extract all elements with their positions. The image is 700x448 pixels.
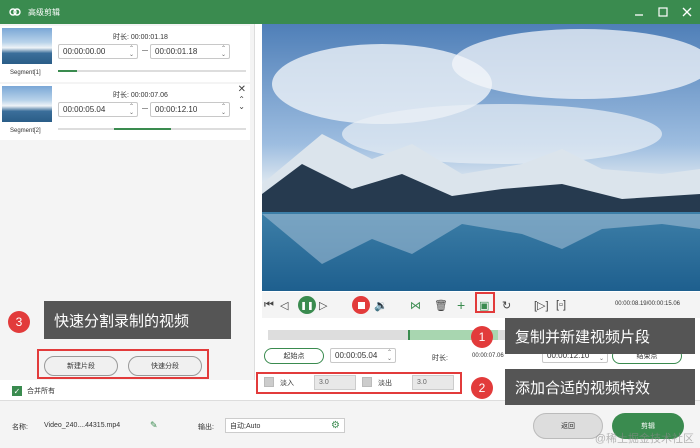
split-icon[interactable]: ⋈: [410, 297, 421, 313]
record-stop-button[interactable]: [352, 296, 370, 314]
segment-label: Segment[1]: [10, 70, 41, 76]
range-divider: [142, 50, 148, 51]
segment-end-field[interactable]: 00:00:01.18 ⌃ ⌄: [150, 44, 230, 59]
spin-arrows-icon[interactable]: ⌃⌄: [387, 350, 392, 362]
segment-duration: 时长: 00:00:07.06: [113, 92, 168, 99]
segment-start-field[interactable]: 00:00:00.00 ⌃ ⌄: [58, 44, 138, 59]
annotation-callout-1: 复制并新建视频片段: [505, 318, 695, 354]
add-icon[interactable]: +: [457, 297, 465, 313]
segment-duration: 时长: 00:00:01.18: [113, 34, 168, 41]
highlight-copy-button: [475, 292, 495, 313]
segment-label: Segment[2]: [10, 128, 41, 134]
segment-thumbnail: [2, 28, 52, 64]
annotation-badge-3: 3: [8, 311, 30, 333]
jump-end-icon[interactable]: [▫]: [556, 297, 566, 313]
rewind-icon[interactable]: ◁: [280, 297, 288, 313]
range-divider: [142, 108, 148, 109]
volume-icon[interactable]: 🔉: [374, 297, 388, 313]
highlight-effects: [256, 372, 462, 394]
segment-start-field[interactable]: 00:00:05.04 ⌃ ⌄: [58, 102, 138, 117]
segment-progress: [58, 128, 246, 130]
segment-end-field[interactable]: 00:00:12.10 ⌃ ⌄: [150, 102, 230, 117]
delete-icon[interactable]: 🗑: [434, 297, 448, 313]
app-logo-icon: [8, 5, 22, 19]
name-label: 名称:: [12, 424, 28, 431]
annotation-badge-1: 1: [471, 326, 493, 348]
output-label: 输出:: [198, 424, 214, 431]
remove-segment-icon[interactable]: ✕: [238, 84, 246, 95]
segment-item[interactable]: Segment[1] 时长: 00:00:01.18 00:00:00.00 ⌃…: [0, 26, 250, 82]
annotation-callout-2: 添加合适的视频特效: [505, 369, 695, 405]
previous-frame-icon[interactable]: ⏮: [264, 297, 274, 313]
output-select[interactable]: 自动;Auto ⚙: [225, 418, 345, 433]
window-title: 高级剪辑: [28, 7, 60, 17]
duration-label: 时长:: [432, 355, 448, 362]
jump-start-icon[interactable]: [▷]: [534, 297, 549, 313]
reset-icon[interactable]: ↻: [502, 297, 511, 313]
annotation-badge-2: 2: [471, 377, 493, 399]
back-button[interactable]: 返回: [533, 413, 603, 439]
checkbox-checked-icon[interactable]: ✓: [12, 386, 22, 396]
footer: 名称: Video_240....44315.mp4 ✎ 输出: 自动;Auto…: [0, 400, 700, 448]
spin-arrows-icon[interactable]: ⌃⌄: [221, 104, 226, 116]
segment-thumbnail: [2, 86, 52, 122]
pause-button[interactable]: ❚❚: [298, 296, 316, 314]
spin-arrows-icon[interactable]: ⌃⌄: [221, 46, 226, 58]
watermark: @稀土掘金技术社区: [594, 433, 694, 445]
minimize-icon[interactable]: [634, 7, 644, 17]
segment-progress: [58, 70, 246, 72]
gear-icon[interactable]: ⚙: [331, 420, 340, 431]
spin-arrows-icon[interactable]: ⌃⌄: [129, 104, 134, 116]
move-down-icon[interactable]: ⌄: [238, 102, 245, 111]
maximize-icon[interactable]: [658, 7, 668, 17]
highlight-left-actions: [37, 349, 209, 379]
spin-arrows-icon[interactable]: ⌃⌄: [129, 46, 134, 58]
segment-item[interactable]: Segment[2] 时长: 00:00:07.06 00:00:05.04 ⌃…: [0, 84, 250, 140]
playback-timecode: 00:00:08.19/00:00:15.06: [614, 301, 680, 307]
edit-name-icon[interactable]: ✎: [150, 420, 158, 431]
annotation-callout-3: 快速分割录制的视频: [44, 301, 231, 339]
set-start-button[interactable]: 起始点: [264, 348, 324, 364]
forward-icon[interactable]: ▷: [319, 297, 327, 313]
video-preview: [262, 24, 700, 291]
start-time-field[interactable]: 00:00:05.04 ⌃ ⌄: [330, 348, 396, 363]
merge-all-option[interactable]: ✓ 合并所有: [12, 386, 55, 396]
close-icon[interactable]: [682, 7, 692, 17]
duration-value: 00:00:07.06: [472, 353, 504, 359]
file-name: Video_240....44315.mp4: [44, 422, 121, 429]
title-bar: 高级剪辑: [0, 0, 700, 24]
